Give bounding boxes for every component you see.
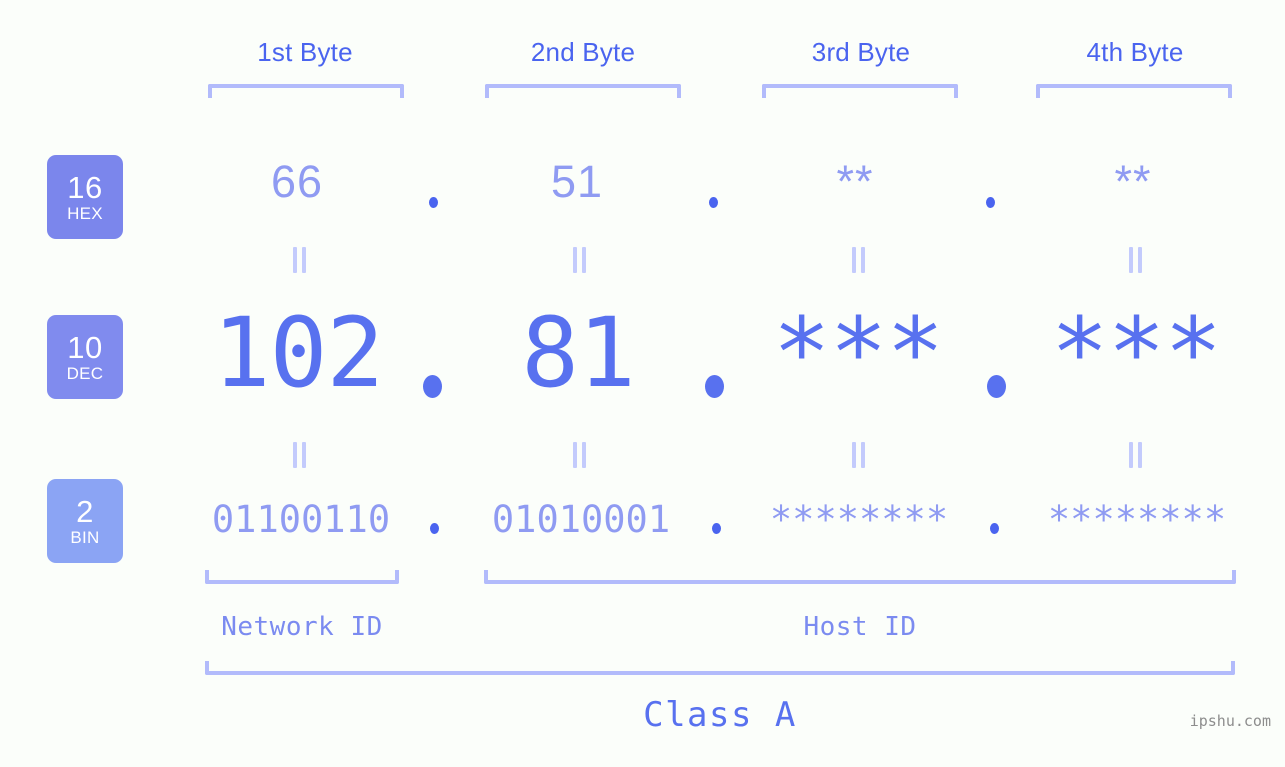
hex-byte-2: 51 [550,156,604,207]
byte-heading-4: 4th Byte [1086,37,1184,67]
class-bracket [205,661,1235,675]
ip-address-breakdown-diagram: 1st Byte 2nd Byte 3rd Byte 4th Byte 16 H… [0,0,1285,767]
dec-separator-1 [423,375,442,398]
byte-bracket-3 [762,84,958,98]
equals-mark-hex-dec-4 [1124,247,1146,273]
equals-mark-dec-bin-2 [568,442,590,468]
base-badge-dec: 10 DEC [47,315,123,399]
byte-bracket-4 [1036,84,1232,98]
dec-byte-2: 81 [521,297,636,409]
hex-separator-1 [429,197,438,208]
hex-byte-1: 66 [270,156,324,207]
network-id-label: Network ID [221,612,383,642]
dec-byte-4: *** [1050,297,1222,409]
byte-heading-1: 1st Byte [257,37,353,67]
byte-bracket-2 [485,84,681,98]
dec-byte-1: 102 [212,297,384,409]
base-badge-dec-name: DEC [66,363,104,383]
base-badge-bin: 2 BIN [47,479,123,563]
equals-mark-hex-dec-2 [568,247,590,273]
bin-byte-2: 01010001 [491,498,671,541]
equals-mark-dec-bin-4 [1124,442,1146,468]
host-id-label: Host ID [803,612,917,642]
base-badge-hex: 16 HEX [47,155,123,239]
byte-bracket-1 [208,84,404,98]
bin-separator-2 [712,523,721,534]
equals-mark-dec-bin-3 [847,442,869,468]
bin-separator-3 [990,523,999,534]
base-badge-hex-number: 16 [67,169,103,205]
site-watermark: ipshu.com [1189,712,1271,730]
base-badge-dec-number: 10 [67,329,103,365]
byte-heading-3: 3rd Byte [811,37,911,67]
dec-separator-2 [705,375,724,398]
network-id-bracket [205,570,399,584]
hex-byte-4: ** [1114,156,1152,207]
bin-separator-1 [430,523,439,534]
equals-mark-hex-dec-3 [847,247,869,273]
base-badge-bin-name: BIN [70,527,100,547]
class-label: Class A [643,695,797,735]
base-badge-bin-number: 2 [76,493,94,529]
bin-byte-1: 01100110 [211,498,391,541]
bin-byte-4: ******** [1047,498,1227,541]
dec-separator-3 [987,375,1006,398]
dec-byte-3: *** [772,297,944,409]
bin-byte-3: ******** [769,498,949,541]
hex-separator-2 [709,197,718,208]
base-badge-hex-name: HEX [67,203,103,223]
hex-byte-3: ** [836,156,874,207]
host-id-bracket [484,570,1236,584]
byte-heading-2: 2nd Byte [530,37,636,67]
hex-separator-3 [986,197,995,208]
equals-mark-hex-dec-1 [288,247,310,273]
equals-mark-dec-bin-1 [288,442,310,468]
